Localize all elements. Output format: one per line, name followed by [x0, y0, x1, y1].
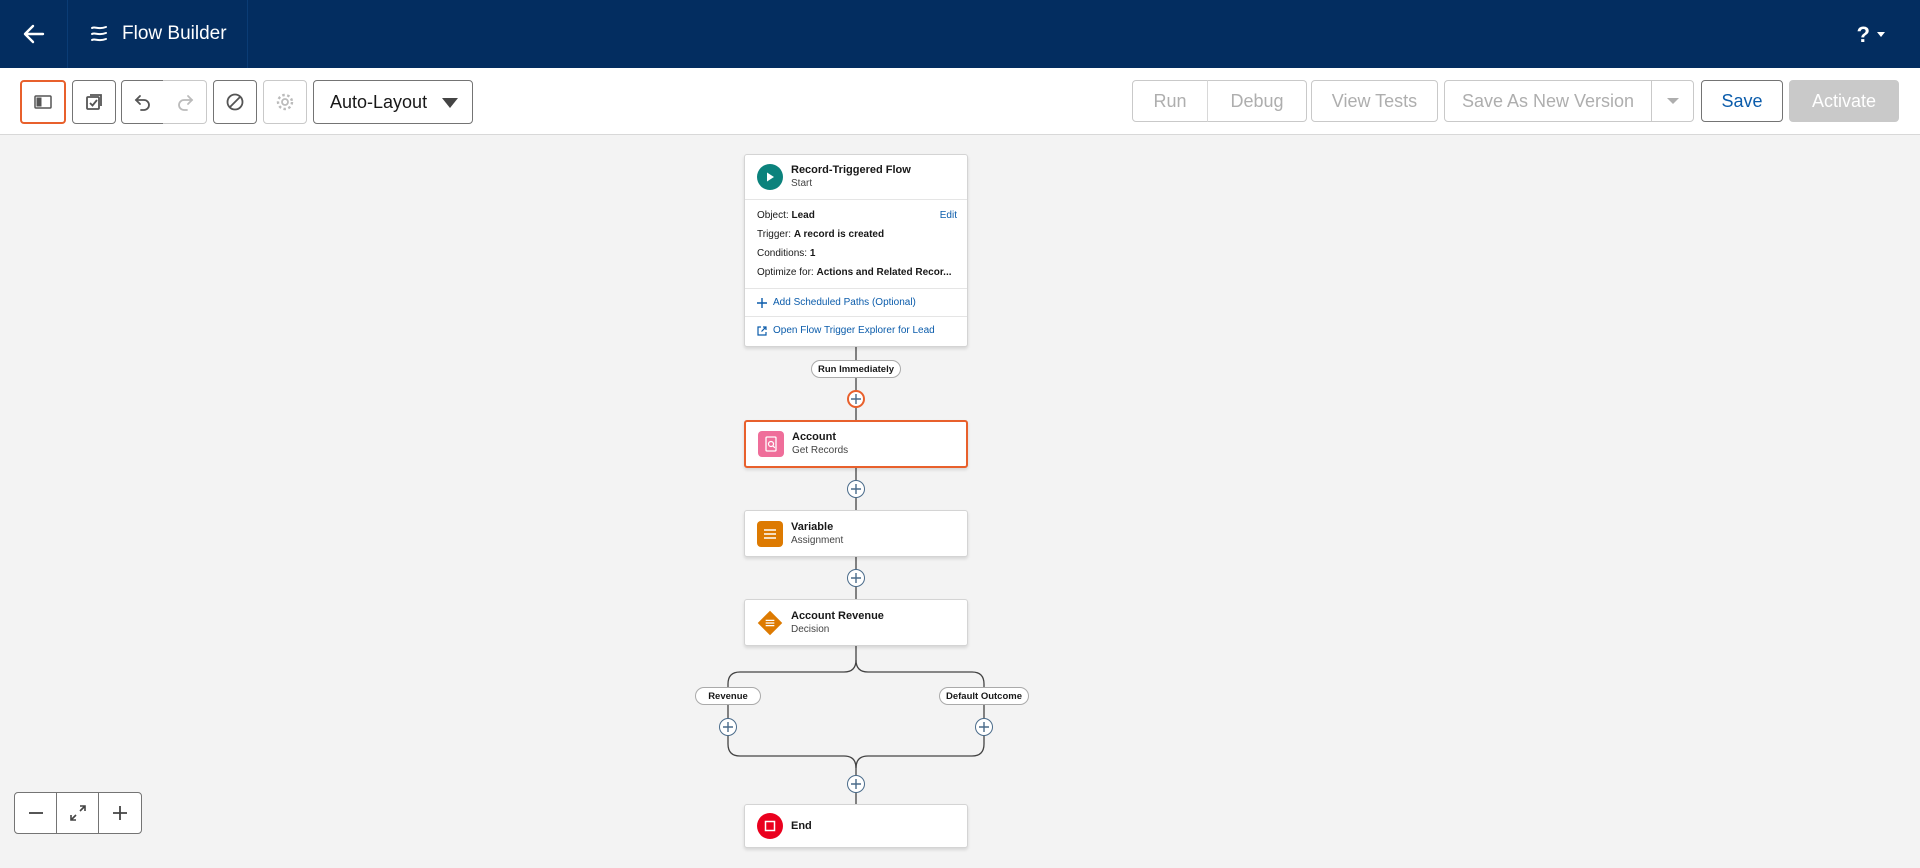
node-subtitle: Decision	[791, 623, 830, 635]
save-button[interactable]: Save	[1701, 80, 1783, 122]
add-element-button[interactable]	[847, 390, 865, 408]
minus-icon	[28, 812, 43, 814]
external-link-icon	[757, 325, 767, 336]
trigger-value: A record is created	[793, 229, 885, 240]
end-icon	[757, 813, 783, 839]
optimize-label: Optimize for:	[757, 267, 814, 278]
run-button[interactable]: Run	[1132, 80, 1208, 122]
check-for-errors-button[interactable]	[72, 80, 116, 124]
settings-button[interactable]	[263, 80, 307, 124]
add-element-button[interactable]	[847, 775, 865, 793]
layout-mode-select[interactable]: Auto-Layout	[313, 80, 473, 124]
node-title: Account Revenue	[791, 609, 884, 622]
outcome-label-default: Default Outcome	[939, 687, 1029, 705]
node-title: Variable	[791, 520, 834, 533]
conditions-value: 1	[809, 248, 816, 259]
add-element-button[interactable]	[719, 718, 737, 736]
open-trigger-explorer-label: Open Flow Trigger Explorer for Lead	[773, 325, 935, 336]
object-label: Object:	[757, 210, 789, 221]
end-node[interactable]: End	[744, 804, 968, 848]
panel-icon	[34, 95, 52, 109]
help-menu[interactable]: ?	[1857, 22, 1886, 48]
chevron-down-icon	[442, 98, 458, 108]
toolbar: Auto-Layout Run Debug View Tests Save As…	[0, 68, 1920, 135]
layout-mode-value: Auto-Layout	[330, 91, 428, 112]
activate-button[interactable]: Activate	[1789, 80, 1899, 122]
plus-icon	[113, 806, 127, 820]
outcome-label-revenue: Revenue	[695, 687, 761, 705]
help-icon: ?	[1856, 22, 1870, 47]
fit-to-view-button[interactable]	[57, 793, 99, 833]
start-node-header: Record-Triggered Flow Start	[745, 155, 967, 200]
optimize-value: Actions and Related Recor...	[816, 267, 952, 278]
save-options-dropdown[interactable]	[1651, 80, 1694, 122]
zoom-out-button[interactable]	[15, 793, 57, 833]
app-header: Flow Builder ?	[0, 0, 1920, 68]
plus-icon	[851, 573, 861, 583]
plus-icon	[757, 297, 767, 308]
back-arrow-icon	[23, 24, 44, 44]
undo-icon	[134, 95, 150, 111]
plus-icon	[851, 779, 861, 789]
chevron-down-icon	[1877, 32, 1885, 37]
disable-button[interactable]	[213, 80, 257, 124]
run-immediately-label: Run Immediately	[811, 360, 901, 378]
toggle-panel-button[interactable]	[20, 80, 66, 124]
assignment-node[interactable]: Variable Assignment	[744, 510, 968, 557]
decision-icon	[757, 610, 783, 636]
debug-button[interactable]: Debug	[1207, 80, 1307, 122]
plus-icon	[851, 484, 861, 494]
gear-icon	[276, 93, 294, 111]
node-title: Account	[792, 431, 836, 443]
app-title: Flow Builder	[122, 23, 227, 44]
plus-icon	[723, 722, 733, 732]
redo-button[interactable]	[163, 80, 207, 124]
redo-icon	[177, 95, 193, 111]
ban-icon	[226, 93, 244, 111]
expand-icon	[69, 805, 86, 821]
zoom-controls	[14, 792, 142, 834]
zoom-in-button[interactable]	[99, 793, 141, 833]
checklist-icon	[86, 94, 102, 110]
node-subtitle: Assignment	[791, 534, 844, 546]
plus-icon	[851, 394, 861, 404]
app-title-area: Flow Builder	[68, 0, 248, 68]
back-button[interactable]	[0, 0, 68, 68]
end-node-title: End	[791, 820, 812, 832]
start-node[interactable]: Record-Triggered Flow Start Object: Lead…	[744, 154, 968, 347]
get-records-node[interactable]: Account Get Records	[744, 420, 968, 468]
view-tests-button[interactable]: View Tests	[1311, 80, 1438, 122]
assignment-icon	[757, 520, 783, 547]
chevron-down-icon	[1666, 98, 1679, 104]
object-value: Lead	[791, 210, 815, 221]
trigger-label: Trigger:	[757, 229, 792, 240]
add-scheduled-paths-link[interactable]: Add Scheduled Paths (Optional)	[745, 288, 967, 316]
save-as-new-version-button[interactable]: Save As New Version	[1444, 80, 1652, 122]
decision-node[interactable]: Account Revenue Decision	[744, 599, 968, 646]
start-node-details: Object: Lead Trigger: A record is create…	[745, 200, 967, 288]
start-node-title: Record-Triggered Flow	[791, 164, 911, 176]
undo-button[interactable]	[121, 80, 164, 124]
plus-icon	[979, 722, 989, 732]
start-node-subtitle: Start	[791, 178, 813, 189]
add-scheduled-paths-label: Add Scheduled Paths (Optional)	[773, 297, 916, 308]
add-element-button[interactable]	[975, 718, 993, 736]
open-trigger-explorer-link[interactable]: Open Flow Trigger Explorer for Lead	[745, 316, 967, 344]
node-subtitle: Get Records	[792, 445, 849, 456]
add-element-button[interactable]	[847, 569, 865, 587]
add-element-button[interactable]	[847, 480, 865, 498]
play-icon	[757, 164, 783, 190]
flow-icon	[91, 26, 107, 42]
conditions-label: Conditions:	[757, 248, 808, 259]
edit-start-link[interactable]: Edit	[940, 206, 957, 225]
get-records-icon	[758, 431, 784, 457]
